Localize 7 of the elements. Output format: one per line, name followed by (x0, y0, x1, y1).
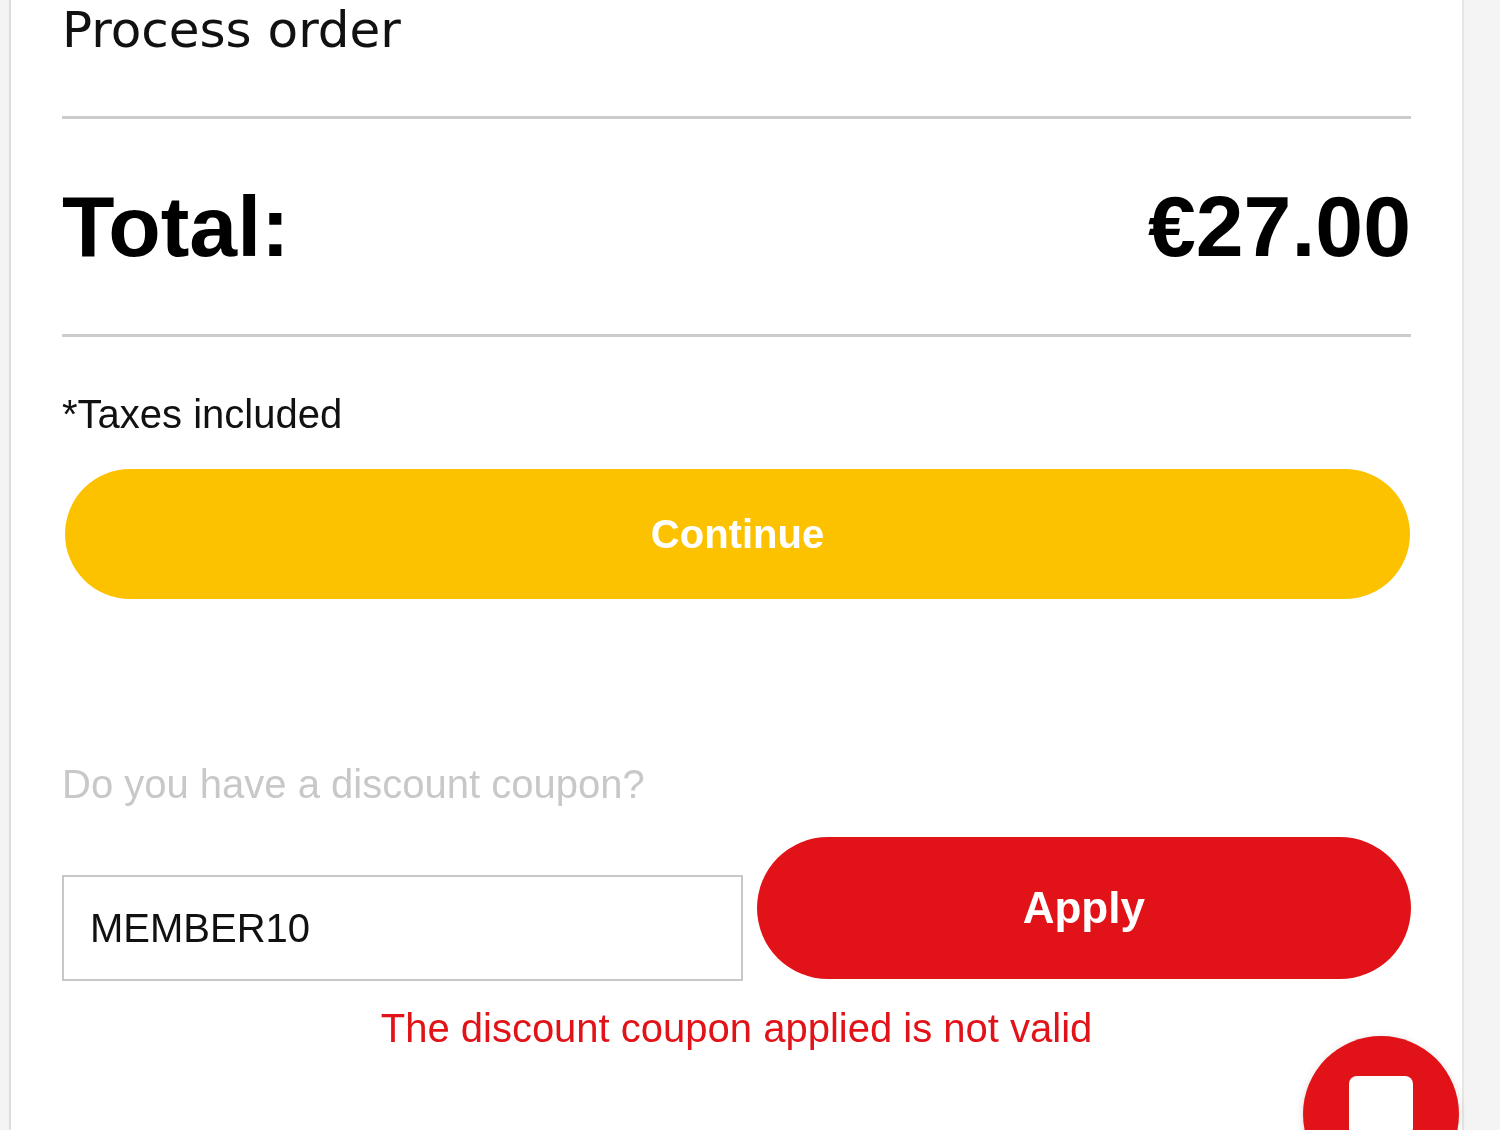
coupon-error-message: The discount coupon applied is not valid (379, 1005, 1094, 1052)
apply-button[interactable]: Apply (756, 837, 1411, 979)
total-amount: €27.00 (1147, 177, 1411, 276)
coupon-input-field[interactable]: MEMBER10 (62, 875, 743, 981)
taxes-note: *Taxes included (62, 391, 344, 438)
section-title: Process order (62, 0, 402, 60)
total-label: Total: (62, 177, 290, 276)
